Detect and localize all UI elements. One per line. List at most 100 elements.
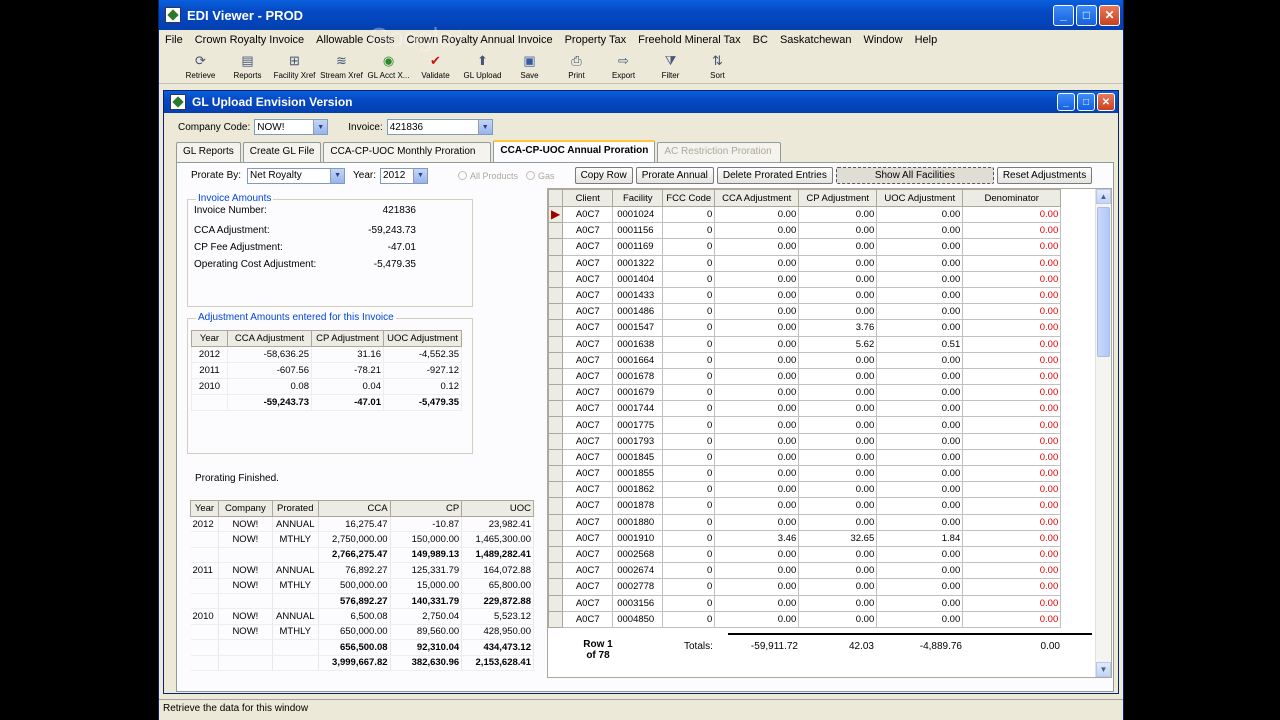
grid-cell-client[interactable]: A0C7: [562, 529, 614, 547]
grid-cell-denominator[interactable]: 0.00: [962, 319, 1062, 337]
grid-cell-fcc-code[interactable]: 0: [662, 335, 716, 353]
grid-cell-uoc-adjustment[interactable]: 0.00: [876, 545, 964, 564]
grid-row[interactable]: A0C7 0004850 0 0.00 0.00 0.00 0.00: [548, 610, 1062, 628]
scroll-up-icon[interactable]: ▲: [1096, 189, 1111, 204]
row-selector[interactable]: [548, 238, 564, 256]
grid-cell-cp-adjustment[interactable]: 0.00: [798, 481, 878, 499]
adjustment-row[interactable]: 2010 0.08 0.04 0.12: [191, 378, 462, 395]
grid-cell-facility[interactable]: 0001664: [612, 351, 664, 369]
grid-cell-cp-adjustment[interactable]: 0.00: [798, 205, 878, 224]
grid-cell-facility[interactable]: 0001793: [612, 432, 664, 450]
grid-cell-cca-adjustment[interactable]: 0.00: [714, 238, 800, 256]
prorate-annual-button[interactable]: Prorate Annual: [635, 167, 714, 184]
grid-cell-cca-adjustment[interactable]: 0.00: [714, 270, 800, 288]
grid-cell-uoc-adjustment[interactable]: 0.00: [876, 367, 964, 386]
grid-cell-facility[interactable]: 0001878: [612, 497, 664, 515]
menu-item-crown-royalty-invoice[interactable]: Crown Royalty Invoice: [195, 34, 304, 46]
grid-cell-denominator[interactable]: 0.00: [962, 594, 1062, 612]
menu-item-saskatchewan[interactable]: Saskatchewan: [780, 34, 852, 46]
grid-cell-cp-adjustment[interactable]: 0.00: [798, 448, 878, 467]
grid-cell-denominator[interactable]: 0.00: [962, 464, 1062, 483]
adjustment-cell[interactable]: 0.12: [383, 378, 462, 395]
grid-cell-cp-adjustment[interactable]: 0.00: [798, 270, 878, 288]
print-tool-button[interactable]: ⎙ Print: [553, 50, 600, 80]
grid-cell-facility[interactable]: 0003156: [612, 594, 664, 612]
adjustment-cell[interactable]: 2010: [191, 378, 228, 395]
adjustment-cell[interactable]: -78.21: [311, 362, 384, 379]
year-select[interactable]: 2012 ▼: [380, 167, 429, 184]
grid-cell-fcc-code[interactable]: 0: [662, 464, 716, 483]
grid-cell-denominator[interactable]: 0.00: [962, 303, 1062, 321]
grid-cell-facility[interactable]: 0001678: [612, 367, 664, 386]
grid-cell-client[interactable]: A0C7: [562, 416, 614, 434]
grid-cell-denominator[interactable]: 0.00: [962, 222, 1062, 240]
row-selector[interactable]: [548, 448, 564, 467]
prorate-by-select[interactable]: Net Royalty ▼: [247, 167, 346, 184]
grid-cell-cca-adjustment[interactable]: 0.00: [714, 497, 800, 515]
grid-row[interactable]: A0C7 0001156 0 0.00 0.00 0.00 0.00: [548, 222, 1062, 240]
stream-xref-tool-button[interactable]: ≋ Stream Xref: [318, 50, 365, 80]
grid-cell-facility[interactable]: 0002778: [612, 578, 664, 596]
grid-cell-fcc-code[interactable]: 0: [662, 222, 716, 240]
grid-cell-cca-adjustment[interactable]: 0.00: [714, 205, 800, 224]
grid-cell-denominator[interactable]: 0.00: [962, 562, 1062, 580]
reports-tool-button[interactable]: ▤ Reports: [224, 50, 271, 80]
grid-cell-fcc-code[interactable]: 0: [662, 270, 716, 288]
reset-adjustments-button[interactable]: Reset Adjustments: [996, 167, 1093, 184]
grid-cell-denominator[interactable]: 0.00: [962, 610, 1062, 628]
grid-cell-facility[interactable]: 0001638: [612, 335, 664, 353]
row-selector[interactable]: [548, 400, 564, 418]
grid-cell-cca-adjustment[interactable]: 0.00: [714, 286, 800, 305]
grid-cell-cca-adjustment[interactable]: 0.00: [714, 319, 800, 337]
copy-row-button[interactable]: Copy Row: [574, 167, 633, 184]
validate-tool-button[interactable]: ✔ Validate: [412, 50, 459, 80]
gl-acct-tool-button[interactable]: ◉ GL Acct X...: [365, 50, 412, 80]
grid-cell-client[interactable]: A0C7: [562, 319, 614, 337]
grid-cell-uoc-adjustment[interactable]: 0.00: [876, 578, 964, 596]
grid-cell-uoc-adjustment[interactable]: 0.00: [876, 400, 964, 418]
save-tool-button[interactable]: ▣ Save: [506, 50, 553, 80]
grid-cell-denominator[interactable]: 0.00: [962, 400, 1062, 418]
grid-cell-fcc-code[interactable]: 0: [662, 319, 716, 337]
inner-close-button[interactable]: ✕: [1097, 93, 1115, 111]
grid-cell-cca-adjustment[interactable]: 0.00: [714, 448, 800, 467]
grid-cell-facility[interactable]: 0001486: [612, 303, 664, 321]
invoice-select[interactable]: 421836 ▼: [386, 119, 493, 135]
grid-row[interactable]: A0C7 0001845 0 0.00 0.00 0.00 0.00: [548, 448, 1062, 467]
grid-cell-fcc-code[interactable]: 0: [662, 367, 716, 386]
row-selector[interactable]: [548, 481, 564, 499]
row-selector[interactable]: [548, 384, 564, 402]
grid-row[interactable]: A0C7 0001678 0 0.00 0.00 0.00 0.00: [548, 367, 1062, 386]
row-selector[interactable]: [548, 270, 564, 288]
inner-maximize-button[interactable]: □: [1077, 93, 1095, 111]
close-button[interactable]: ✕: [1099, 4, 1120, 26]
grid-cell-fcc-code[interactable]: 0: [662, 513, 716, 531]
grid-cell-cp-adjustment[interactable]: 0.00: [798, 545, 878, 564]
row-selector[interactable]: [548, 303, 564, 321]
grid-row[interactable]: A0C7 0002778 0 0.00 0.00 0.00 0.00: [548, 578, 1062, 596]
grid-cell-cp-adjustment[interactable]: 0.00: [798, 416, 878, 434]
retrieve-tool-button[interactable]: ⟳ Retrieve: [177, 50, 224, 80]
adjustment-cell[interactable]: -4,552.35: [383, 346, 462, 363]
grid-cell-cca-adjustment[interactable]: 0.00: [714, 481, 800, 499]
grid-cell-fcc-code[interactable]: 0: [662, 481, 716, 499]
row-selector[interactable]: [548, 562, 564, 580]
grid-cell-denominator[interactable]: 0.00: [962, 416, 1062, 434]
grid-cell-cca-adjustment[interactable]: 0.00: [714, 367, 800, 386]
grid-cell-cp-adjustment[interactable]: 0.00: [798, 497, 878, 515]
grid-cell-cp-adjustment[interactable]: 0.00: [798, 367, 878, 386]
grid-cell-fcc-code[interactable]: 0: [662, 578, 716, 596]
grid-cell-uoc-adjustment[interactable]: 0.00: [876, 464, 964, 483]
grid-cell-facility[interactable]: 0001855: [612, 464, 664, 483]
grid-cell-fcc-code[interactable]: 0: [662, 529, 716, 547]
grid-cell-uoc-adjustment[interactable]: 0.00: [876, 610, 964, 628]
grid-cell-client[interactable]: A0C7: [562, 578, 614, 596]
row-selector[interactable]: [548, 513, 564, 531]
grid-cell-client[interactable]: A0C7: [562, 384, 614, 402]
grid-cell-client[interactable]: A0C7: [562, 270, 614, 288]
scroll-down-icon[interactable]: ▼: [1096, 662, 1111, 677]
tab-annual-proration[interactable]: CCA-CP-UOC Annual Proration: [493, 140, 656, 162]
grid-row[interactable]: A0C7 0002674 0 0.00 0.00 0.00 0.00: [548, 562, 1062, 580]
grid-cell-cca-adjustment[interactable]: 0.00: [714, 400, 800, 418]
grid-cell-client[interactable]: A0C7: [562, 610, 614, 628]
